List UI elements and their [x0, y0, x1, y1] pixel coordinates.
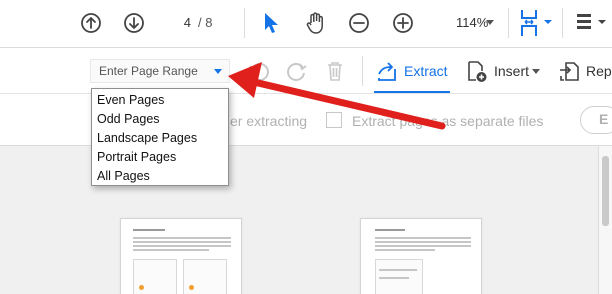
trash-icon [328, 62, 342, 81]
page-range-dropdown-caret[interactable] [214, 69, 222, 74]
rotate-left-icon [249, 63, 269, 81]
scrollbar-thumb[interactable] [602, 156, 609, 226]
extract-label: Extract [404, 63, 448, 79]
extract-icon-wrap [376, 60, 398, 82]
extract-action-button[interactable]: E [580, 106, 612, 134]
delete-pages-button[interactable] [324, 60, 346, 82]
toolbar-divider [562, 8, 563, 38]
separate-files-label: Extract pages as separate files [352, 113, 544, 129]
next-page-button[interactable] [123, 12, 145, 34]
thumbnails-scrollbar[interactable] [598, 146, 612, 294]
insert-caret [532, 69, 540, 74]
next-page-icon [124, 13, 144, 33]
thumb-heading [375, 229, 405, 231]
thumb-text-line [133, 245, 231, 247]
toolbar-divider [362, 56, 363, 86]
thumb-text-line [379, 277, 409, 279]
thumb-text-line [375, 241, 471, 243]
insert-menu[interactable]: Insert [466, 48, 546, 94]
thumb-text-line [133, 241, 231, 243]
menu-item-odd-pages[interactable]: Odd Pages [92, 110, 228, 129]
zoom-in-button[interactable] [392, 12, 414, 34]
replace-label: Repl [586, 63, 612, 79]
delete-after-extracting-label: er extracting [230, 113, 308, 129]
page-thumbnail[interactable] [120, 218, 242, 294]
page-number-input[interactable]: 4 [166, 12, 194, 34]
separate-files-checkbox[interactable] [326, 112, 342, 128]
menu-item-even-pages[interactable]: Even Pages [92, 91, 228, 110]
insert-icon-wrap [466, 60, 488, 82]
select-tool-button[interactable] [260, 11, 282, 35]
fit-page-button[interactable] [518, 8, 556, 38]
page-thumbnail[interactable] [360, 218, 482, 294]
active-tab-indicator [374, 91, 450, 93]
zoom-out-button[interactable] [348, 12, 370, 34]
hand-tool-button[interactable] [303, 10, 329, 36]
page-range-placeholder: Enter Page Range [99, 64, 198, 78]
page-view-button[interactable] [574, 8, 612, 38]
menu-item-landscape-pages[interactable]: Landscape Pages [92, 129, 228, 148]
zoom-dropdown-caret[interactable] [486, 20, 494, 25]
zoom-in-icon [393, 13, 413, 33]
rotate-right-button[interactable] [286, 60, 308, 82]
menu-item-portrait-pages[interactable]: Portrait Pages [92, 148, 228, 167]
main-toolbar: 4 / 8 114% [0, 0, 612, 48]
thumb-text-line [375, 245, 471, 247]
zoom-out-icon [349, 13, 369, 33]
thumb-marker [189, 285, 194, 290]
thumb-text-line [375, 237, 471, 239]
rotate-left-button[interactable] [248, 60, 270, 82]
extract-icon [378, 62, 396, 81]
prev-page-button[interactable] [80, 12, 102, 34]
thumb-text-line [133, 237, 231, 239]
page-range-menu: Even Pages Odd Pages Landscape Pages Por… [91, 88, 229, 186]
thumb-text-line [379, 269, 417, 271]
page-range-select[interactable]: Enter Page Range [90, 59, 230, 83]
page-count: / 8 [198, 15, 213, 30]
select-cursor-icon [265, 13, 278, 33]
extract-tab[interactable]: Extract [374, 48, 450, 94]
replace-button[interactable]: Repl [558, 48, 612, 94]
menu-item-all-pages[interactable]: All Pages [92, 167, 228, 186]
toolbar-divider [244, 8, 245, 38]
fit-page-icon [521, 10, 552, 36]
thumb-text-line [133, 249, 209, 251]
rotate-right-icon [287, 63, 307, 81]
insert-label: Insert [494, 63, 530, 79]
extract-action-label: E [599, 111, 609, 127]
replace-icon-wrap [558, 60, 580, 82]
toolbar-divider [508, 8, 509, 38]
prev-page-icon [81, 13, 101, 33]
thumb-text-line [375, 249, 435, 251]
hand-tool-icon [306, 12, 323, 34]
zoom-level-value: 114% [456, 15, 489, 30]
thumb-heading [133, 229, 165, 231]
page-view-icon [577, 14, 606, 29]
replace-page-icon [560, 62, 579, 81]
thumb-marker [139, 285, 144, 290]
insert-page-icon [468, 61, 487, 82]
